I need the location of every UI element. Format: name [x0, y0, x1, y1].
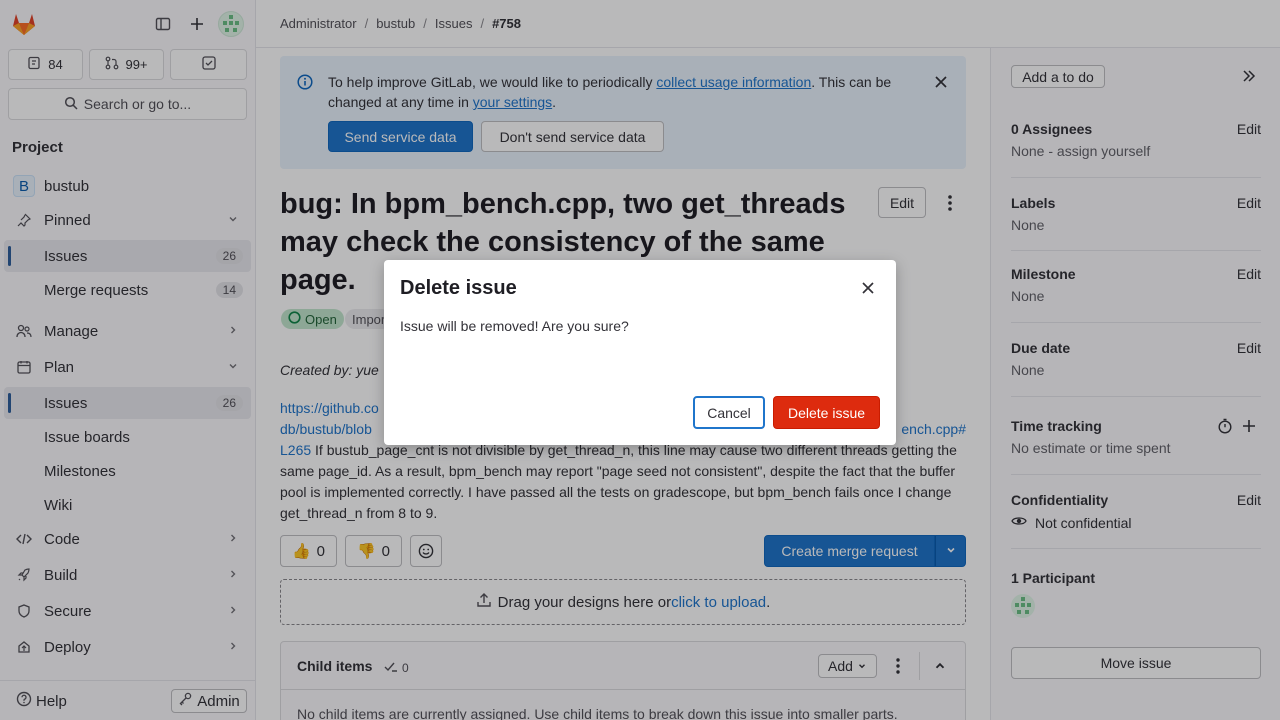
modal-body: Issue will be removed! Are you sure?	[400, 318, 629, 334]
cancel-button[interactable]: Cancel	[693, 396, 765, 429]
delete-issue-modal: Delete issue Issue will be removed! Are …	[384, 260, 896, 445]
modal-title: Delete issue	[400, 277, 517, 299]
close-icon[interactable]	[861, 281, 875, 298]
delete-issue-button[interactable]: Delete issue	[773, 396, 880, 429]
